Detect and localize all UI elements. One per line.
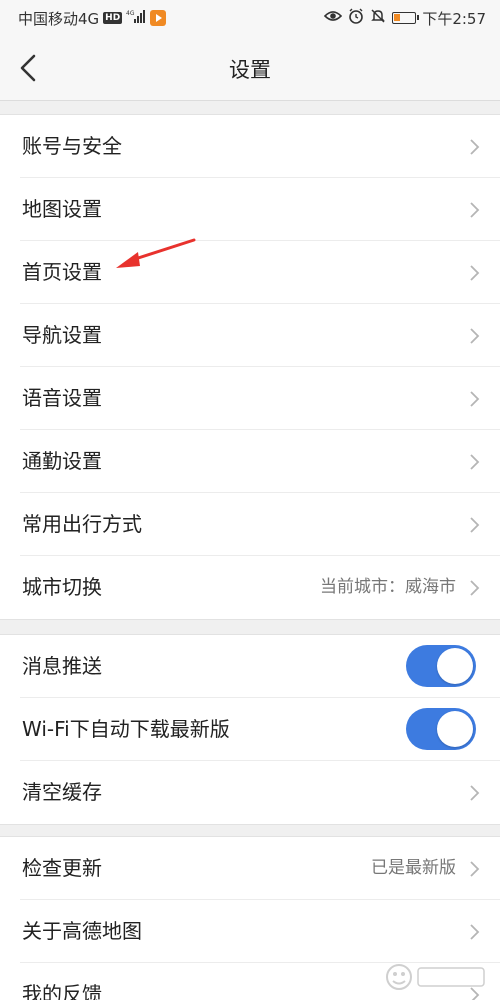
navigation-settings-row[interactable]: 导航设置 (20, 304, 500, 367)
row-label: 常用出行方式 (22, 512, 142, 536)
current-city-value: 当前城市：威海市 (320, 577, 456, 597)
settings-group-general: 账号与安全 地图设置 首页设置 导航设置 语音设置 通勤设置 常用出行方式 城市… (0, 114, 500, 620)
mute-icon (370, 8, 386, 28)
row-label: Wi-Fi下自动下载最新版 (22, 717, 230, 741)
row-label: 城市切换 (22, 575, 102, 599)
chevron-right-icon (470, 924, 480, 940)
row-label: 语音设置 (22, 386, 102, 410)
chevron-right-icon (470, 454, 480, 470)
hd-badge: HD (103, 12, 123, 24)
row-label: 清空缓存 (22, 780, 102, 804)
status-left: 中国移动4G HD 4G (18, 8, 167, 28)
chevron-right-icon (470, 517, 480, 533)
push-notification-toggle[interactable] (406, 645, 476, 687)
clock-time: 下午2:57 (422, 9, 486, 28)
row-label: 账号与安全 (22, 134, 122, 158)
toggle-knob (437, 711, 473, 747)
row-label: 关于高德地图 (22, 919, 142, 943)
chevron-right-icon (470, 328, 480, 344)
row-label: 首页设置 (22, 260, 102, 284)
alarm-icon (348, 8, 364, 28)
chevron-right-icon (470, 861, 480, 877)
row-label: 我的反馈 (22, 982, 102, 1000)
push-notification-row: 消息推送 (20, 635, 500, 698)
check-update-row[interactable]: 检查更新 已是最新版 (20, 837, 500, 900)
home-settings-row[interactable]: 首页设置 (20, 241, 500, 304)
account-security-row[interactable]: 账号与安全 (20, 115, 500, 178)
chevron-right-icon (470, 139, 480, 155)
chevron-right-icon (470, 265, 480, 281)
signal-icon: 4G (126, 9, 146, 27)
carrier-label: 中国移动4G (18, 9, 100, 28)
map-settings-row[interactable]: 地图设置 (20, 178, 500, 241)
wifi-auto-download-row: Wi-Fi下自动下载最新版 (20, 698, 500, 761)
battery-icon (392, 12, 420, 24)
svg-text:4G: 4G (126, 10, 135, 17)
settings-screen: 中国移动4G HD 4G 下午2:57 设置 账号与安全 地图设置 首页设置 导… (0, 0, 500, 1000)
status-bar: 中国移动4G HD 4G 下午2:57 (0, 0, 500, 36)
page-title: 设置 (229, 58, 271, 82)
chevron-right-icon (470, 391, 480, 407)
row-label: 导航设置 (22, 323, 102, 347)
city-switch-row[interactable]: 城市切换 当前城市：威海市 (20, 556, 500, 619)
toggle-knob (437, 648, 473, 684)
app-notification-icon (150, 10, 167, 26)
row-label: 检查更新 (22, 856, 102, 880)
about-row[interactable]: 关于高德地图 (20, 900, 500, 963)
travel-mode-row[interactable]: 常用出行方式 (20, 493, 500, 556)
row-label: 通勤设置 (22, 449, 102, 473)
eye-icon (324, 9, 343, 27)
row-label: 地图设置 (22, 197, 102, 221)
annotation-arrow-icon (116, 238, 196, 268)
watermark-icon (386, 964, 485, 990)
clear-cache-row[interactable]: 清空缓存 (20, 761, 500, 824)
status-right: 下午2:57 (324, 8, 486, 28)
chevron-right-icon (470, 202, 480, 218)
chevron-right-icon (470, 580, 480, 596)
row-label: 消息推送 (22, 654, 102, 678)
commute-settings-row[interactable]: 通勤设置 (20, 430, 500, 493)
nav-bar: 设置 (0, 36, 500, 101)
settings-group-download: 消息推送 Wi-Fi下自动下载最新版 清空缓存 (0, 634, 500, 825)
chevron-right-icon (470, 785, 480, 801)
update-status-value: 已是最新版 (371, 858, 456, 878)
voice-settings-row[interactable]: 语音设置 (20, 367, 500, 430)
wifi-auto-download-toggle[interactable] (406, 708, 476, 750)
